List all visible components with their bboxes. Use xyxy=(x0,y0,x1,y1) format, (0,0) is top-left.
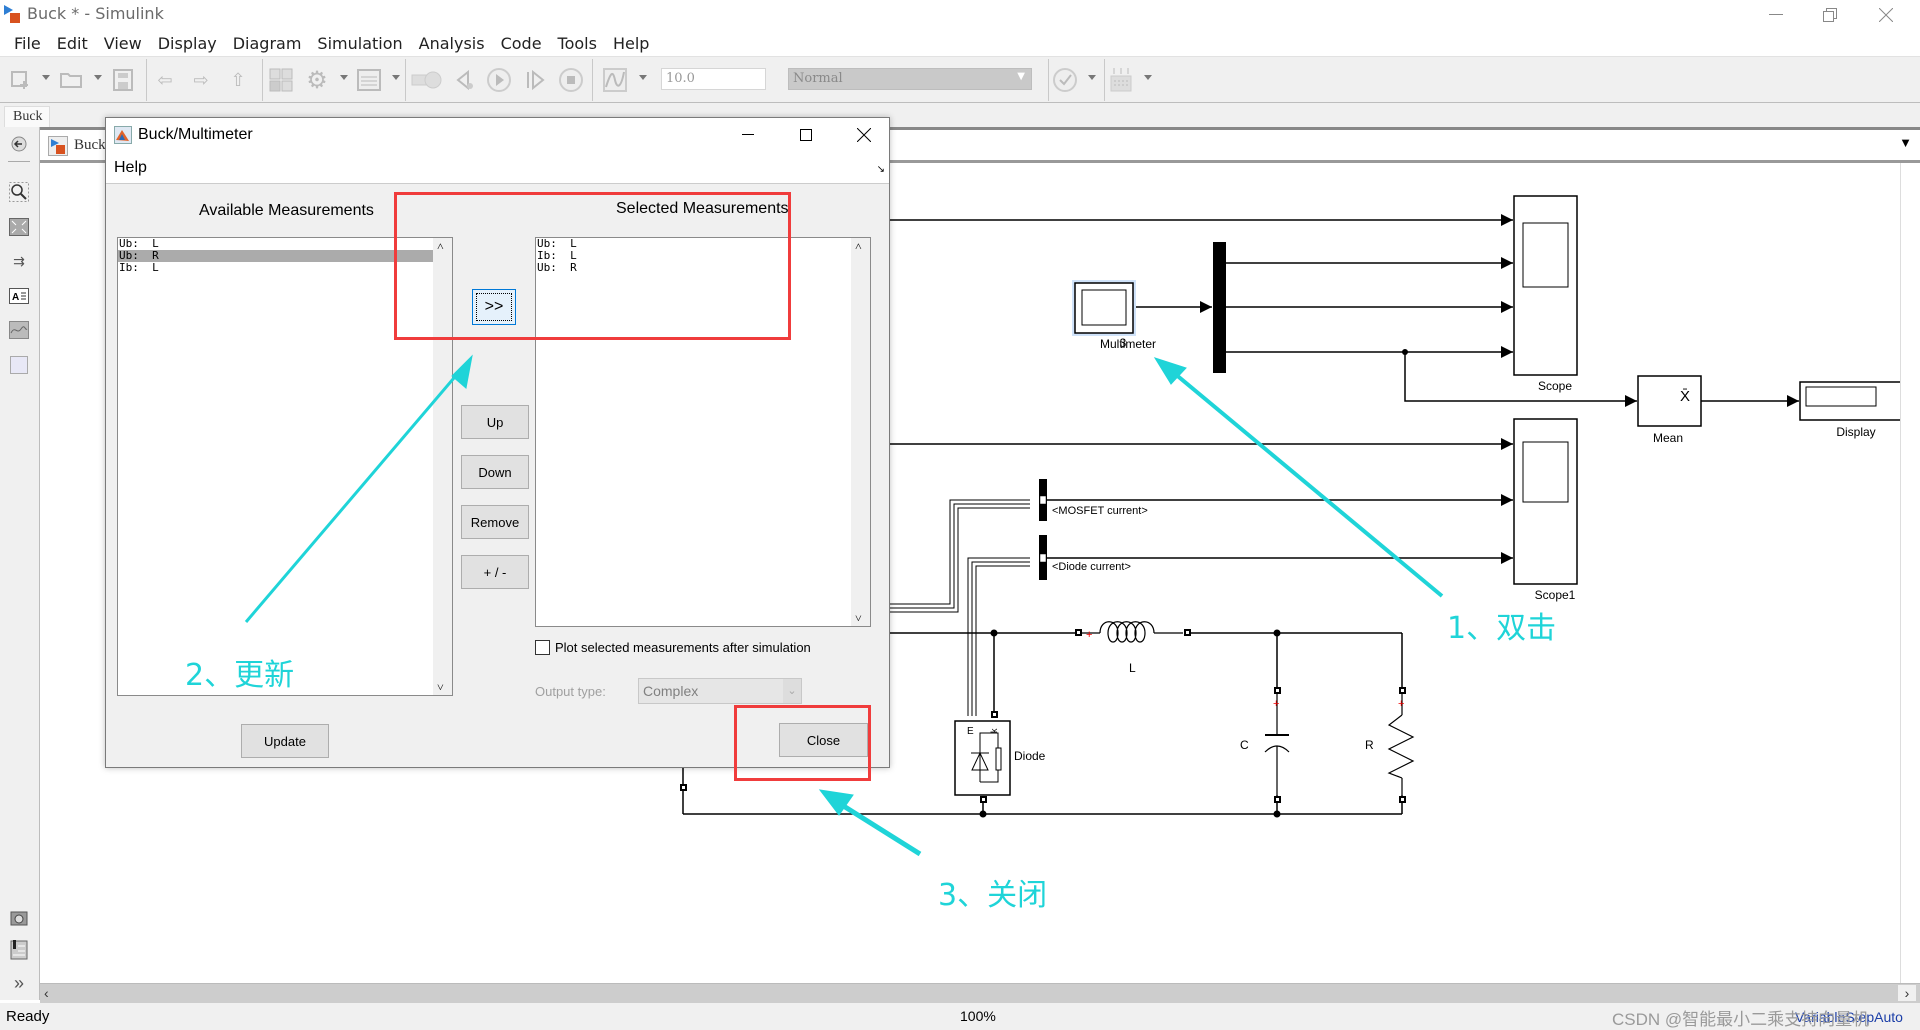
selected-list-scrollbar[interactable]: ˄ ˅ xyxy=(851,238,870,626)
output-type-value: Complex xyxy=(643,683,699,699)
plot-measurements-checkbox[interactable] xyxy=(535,640,550,655)
matlab-icon xyxy=(114,126,132,144)
zoom-level: 100% xyxy=(960,1008,996,1024)
status-text: Ready xyxy=(6,1008,50,1025)
available-item-selected[interactable]: Ub: R xyxy=(118,250,433,262)
scroll-up-icon[interactable]: ˄ xyxy=(855,240,862,252)
down-button[interactable]: Down xyxy=(461,455,529,489)
dialog-title-bar: Buck/Multimeter xyxy=(106,118,889,152)
annotation-step2: 2、更新 xyxy=(185,658,295,693)
annotation-step1: 1、双击 xyxy=(1447,611,1557,646)
annotation-step3: 3、关闭 xyxy=(938,878,1048,913)
multimeter-label: Multimeter xyxy=(1099,337,1156,351)
output-type-select[interactable]: Complex ⌄ xyxy=(638,678,802,704)
sign-toggle-button[interactable]: + / - xyxy=(461,555,529,589)
chevron-down-icon: ⌄ xyxy=(783,679,801,703)
scroll-right-icon[interactable]: › xyxy=(1898,985,1916,1001)
svg-text:+: + xyxy=(1086,629,1092,641)
scope1-label: Scope1 xyxy=(1534,588,1576,602)
dialog-minimize-button[interactable] xyxy=(726,120,770,150)
dialog-maximize-button[interactable] xyxy=(784,120,828,150)
diode-port-e: E xyxy=(967,726,974,737)
mean-label: Mean xyxy=(1652,431,1684,445)
dock-icon[interactable]: ↘ xyxy=(877,164,885,175)
svg-text:k: k xyxy=(989,728,999,733)
display-label: Display xyxy=(1836,425,1876,439)
mean-symbol: X̄ xyxy=(1680,388,1691,405)
maximize-icon xyxy=(800,129,812,141)
vertical-scrollbar[interactable] xyxy=(1900,163,1920,983)
diode-current-label: <Diode current> xyxy=(1052,561,1131,573)
scroll-down-icon[interactable]: ˅ xyxy=(855,612,862,624)
plot-measurements-label: Plot selected measurements after simulat… xyxy=(555,640,811,655)
scope-label: Scope xyxy=(1537,379,1573,393)
watermark: CSDN @智能最小二乘支持向量机 xyxy=(1612,1010,1870,1029)
up-button[interactable]: Up xyxy=(461,405,529,439)
demux-block xyxy=(1213,242,1226,373)
output-type-label: Output type: xyxy=(535,684,606,699)
svg-text:+: + xyxy=(1398,698,1404,710)
horizontal-scrollbar[interactable]: ‹ › xyxy=(40,983,1920,1003)
highlight-box-close xyxy=(734,705,871,781)
available-measurements-label: Available Measurements xyxy=(199,202,374,219)
close-icon xyxy=(857,128,871,142)
inductor-label: L xyxy=(1129,661,1136,675)
scroll-left-icon[interactable]: ‹ xyxy=(44,985,49,1001)
dialog-menu-bar: Help ↘ xyxy=(106,152,889,184)
scope-screen xyxy=(1522,222,1569,288)
dialog-close-button[interactable] xyxy=(842,120,886,150)
mosfet-current-label: <MOSFET current> xyxy=(1052,505,1148,517)
branch-point xyxy=(1402,349,1408,355)
scroll-down-icon[interactable]: ˅ xyxy=(437,681,444,693)
resistor-label: R xyxy=(1365,738,1374,752)
dialog-menu-help[interactable]: Help xyxy=(114,159,147,177)
scope1-screen xyxy=(1522,441,1569,503)
inductor-block xyxy=(1082,621,1183,643)
remove-button[interactable]: Remove xyxy=(461,505,529,539)
update-button[interactable]: Update xyxy=(241,724,329,758)
highlight-box-selected xyxy=(394,192,791,340)
mean-block xyxy=(1637,375,1702,427)
capacitor-label: C xyxy=(1240,738,1249,752)
diode-label: Diode xyxy=(1014,749,1046,763)
minimize-icon xyxy=(742,134,754,135)
svg-text:+: + xyxy=(1273,698,1279,710)
multimeter-block-target[interactable] xyxy=(1072,280,1136,336)
dialog-title: Buck/Multimeter xyxy=(138,126,253,143)
status-bar: Ready 100% VariableStepAuto CSDN @智能最小二乘… xyxy=(0,1003,1920,1030)
